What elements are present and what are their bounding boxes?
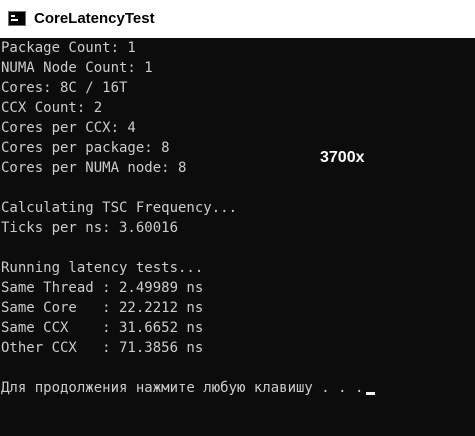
console-line: Cores per package: 8 xyxy=(1,140,170,156)
console-output[interactable]: Package Count: 1 NUMA Node Count: 1 Core… xyxy=(0,38,475,436)
console-line: Cores: 8C / 16T xyxy=(1,80,128,96)
console-icon[interactable] xyxy=(8,11,26,26)
window-title: CoreLatencyTest xyxy=(34,10,155,27)
console-line: Other CCX : 71.3856 ns xyxy=(1,340,204,356)
console-prompt-line: Для продолжения нажмите любую клавишу . … xyxy=(1,378,376,398)
console-line: Running latency tests... xyxy=(1,260,204,276)
cpu-model-label: 3700x xyxy=(320,149,365,166)
console-line: Cores per CCX: 4 xyxy=(1,120,136,136)
console-line: Same Core : 22.2212 ns xyxy=(1,300,204,316)
console-line: Calculating TSC Frequency... xyxy=(1,200,238,216)
console-line: Ticks per ns: 3.60016 xyxy=(1,220,179,236)
console-window: CoreLatencyTest Package Count: 1 NUMA No… xyxy=(0,0,475,436)
text-cursor xyxy=(366,392,376,395)
console-line: Package Count: 1 xyxy=(1,40,136,56)
console-line: CCX Count: 2 xyxy=(1,100,103,116)
console-line: NUMA Node Count: 1 xyxy=(1,60,153,76)
title-bar[interactable]: CoreLatencyTest xyxy=(0,0,475,38)
console-line: Same Thread : 2.49989 ns xyxy=(1,280,204,296)
console-line: Same CCX : 31.6652 ns xyxy=(1,320,204,336)
console-prompt-text: Для продолжения нажмите любую клавишу . … xyxy=(1,380,364,396)
console-line: Cores per NUMA node: 8 xyxy=(1,160,187,176)
